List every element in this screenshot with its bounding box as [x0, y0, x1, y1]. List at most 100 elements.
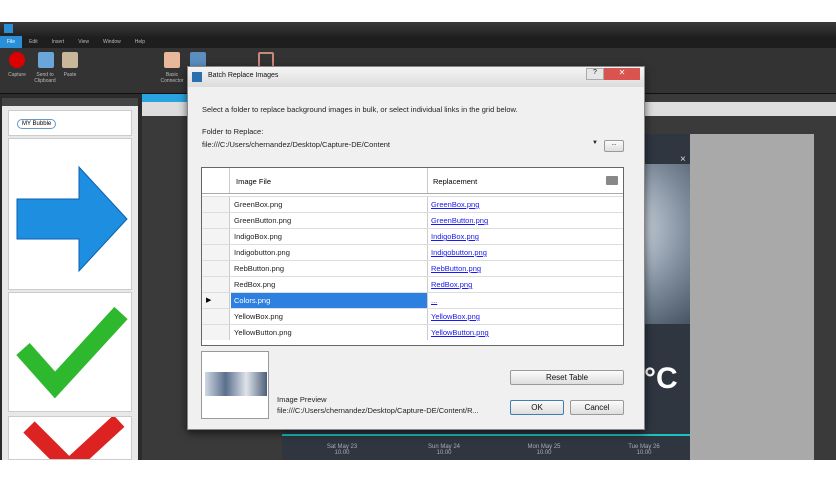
menu-view[interactable]: View	[71, 36, 96, 48]
replacement-link[interactable]: GreenBox.png	[431, 200, 479, 209]
image-file-cell[interactable]: GreenBox.png	[234, 200, 282, 209]
folder-label: Folder to Replace:	[202, 127, 264, 136]
batch-replace-dialog: Batch Replace Images ? ✕ Select a folder…	[187, 66, 645, 430]
arrow-shape[interactable]	[8, 138, 132, 290]
table-row[interactable]: RedBox.png RedBox.png	[202, 276, 623, 292]
image-file-cell[interactable]: Colors.png	[234, 296, 270, 305]
grid-header: Image File Replacement	[202, 168, 623, 194]
row-selector[interactable]	[202, 245, 230, 260]
column-divider	[427, 261, 428, 276]
reset-table-button[interactable]: Reset Table	[510, 370, 624, 385]
row-selector[interactable]	[202, 277, 230, 292]
bubble-label: MY Bubble	[17, 119, 57, 129]
replacement-link[interactable]: YellowButton.png	[431, 328, 489, 337]
folder-value: file:///C:/Users/chernandez/Desktop/Capt…	[202, 140, 391, 149]
image-grid: Image File Replacement GreenBox.png Gree…	[201, 167, 624, 346]
image-file-cell[interactable]: RebButton.png	[234, 264, 284, 273]
app-icon	[4, 24, 13, 33]
chevron-down-icon[interactable]: ▼	[592, 140, 598, 146]
table-row[interactable]: ▶ Colors.png ...	[202, 292, 623, 308]
blue-arrow-icon	[16, 165, 128, 273]
image-preview-thumbnail	[201, 351, 269, 419]
row-selector[interactable]	[202, 325, 230, 340]
row-selector[interactable]	[202, 213, 230, 228]
folder-combobox[interactable]: file:///C:/Users/chernandez/Desktop/Capt…	[202, 140, 602, 153]
column-header-image-file[interactable]: Image File	[236, 177, 271, 186]
temperature-unit: °C	[644, 362, 678, 395]
cross-shape[interactable]	[8, 415, 132, 473]
instructions: Select a folder to replace background im…	[202, 105, 518, 114]
row-selector[interactable]	[202, 261, 230, 276]
row-selector[interactable]	[202, 309, 230, 324]
menu-file[interactable]: File	[0, 36, 23, 48]
connector-icon[interactable]	[164, 52, 180, 68]
forecast-day: Tue May 26 10.00	[604, 444, 684, 456]
bubble-shape[interactable]: MY Bubble	[8, 110, 132, 136]
folder-icon[interactable]	[606, 176, 618, 185]
column-divider	[427, 197, 428, 212]
paste-label[interactable]: Paste	[55, 72, 85, 78]
row-selector[interactable]	[202, 197, 230, 212]
column-divider	[427, 325, 428, 340]
image-file-cell[interactable]: Indigobutton.png	[234, 248, 290, 257]
menu-help[interactable]: Help	[128, 36, 152, 48]
forecast-day: Sun May 24 10.00	[404, 444, 484, 456]
row-selector[interactable]	[202, 229, 230, 244]
row-selector[interactable]: ▶	[202, 293, 230, 308]
image-file-cell[interactable]: IndigoBox.png	[234, 232, 282, 241]
replacement-link[interactable]: RedBox.png	[431, 280, 472, 289]
menu-window[interactable]: Window	[96, 36, 128, 48]
forecast-day: Sat May 23 10.00	[302, 444, 382, 456]
forecast-time: 10.00	[636, 450, 652, 456]
table-row[interactable]: Indigobutton.png Indigobutton.png	[202, 244, 623, 260]
paste-icon[interactable]	[62, 52, 78, 68]
forecast-time: 10.00	[436, 450, 452, 456]
column-header-replacement[interactable]: Replacement	[433, 177, 477, 186]
table-row[interactable]: YellowBox.png YellowBox.png	[202, 308, 623, 324]
table-row[interactable]: GreenButton.png GreenButton.png	[202, 212, 623, 228]
cancel-button[interactable]: Cancel	[570, 400, 624, 415]
current-row-icon: ▶	[206, 297, 212, 304]
replacement-link[interactable]: ...	[431, 296, 437, 305]
send-to-clipboard-icon[interactable]	[38, 52, 54, 68]
table-row[interactable]: YellowButton.png YellowButton.png	[202, 324, 623, 340]
checkmark-shape[interactable]	[8, 292, 132, 412]
browse-button[interactable]: ...	[604, 140, 624, 152]
replacement-link[interactable]: IndigoBox.png	[431, 232, 479, 241]
preview-path: file:///C:/Users/chernandez/Desktop/Capt…	[277, 406, 479, 415]
palette-header	[2, 98, 138, 106]
replacement-link[interactable]: GreenButton.png	[431, 216, 488, 225]
image-file-cell[interactable]: YellowBox.png	[234, 312, 283, 321]
capture-button-label[interactable]: Capture	[2, 72, 32, 78]
close-button[interactable]: ✕	[604, 68, 640, 80]
capture-icon[interactable]	[9, 52, 25, 68]
column-divider	[427, 309, 428, 324]
image-file-cell[interactable]: GreenButton.png	[234, 216, 291, 225]
column-divider	[427, 245, 428, 260]
help-button[interactable]: ?	[586, 68, 604, 80]
table-row[interactable]: RebButton.png RebButton.png	[202, 260, 623, 276]
image-file-cell[interactable]: YellowButton.png	[234, 328, 292, 337]
connector-label[interactable]: Basic Connector	[157, 72, 187, 84]
replacement-link[interactable]: Indigobutton.png	[431, 248, 487, 257]
shapes-palette: MY Bubble	[2, 98, 138, 473]
forecast-time: 10.00	[334, 450, 350, 456]
preview-image	[205, 372, 267, 396]
replacement-link[interactable]: RebButton.png	[431, 264, 481, 273]
image-file-cell[interactable]: RedBox.png	[234, 280, 275, 289]
header-divider	[427, 168, 428, 193]
table-row[interactable]: IndigoBox.png IndigoBox.png	[202, 228, 623, 244]
replacement-link[interactable]: YellowBox.png	[431, 312, 480, 321]
menu-insert[interactable]: Insert	[45, 36, 72, 48]
dialog-title: Batch Replace Images	[208, 72, 279, 79]
canvas-background	[690, 134, 814, 460]
ok-button[interactable]: OK	[510, 400, 564, 415]
header-corner	[202, 168, 230, 193]
accent-line	[282, 434, 690, 436]
preview-label: Image Preview	[277, 395, 327, 404]
table-row[interactable]: GreenBox.png GreenBox.png	[202, 196, 623, 212]
forecast-time: 10.00	[536, 450, 552, 456]
menu-edit[interactable]: Edit	[22, 36, 45, 48]
column-divider	[427, 293, 428, 308]
menu-bar: File Edit Insert View Window Help	[0, 36, 836, 48]
